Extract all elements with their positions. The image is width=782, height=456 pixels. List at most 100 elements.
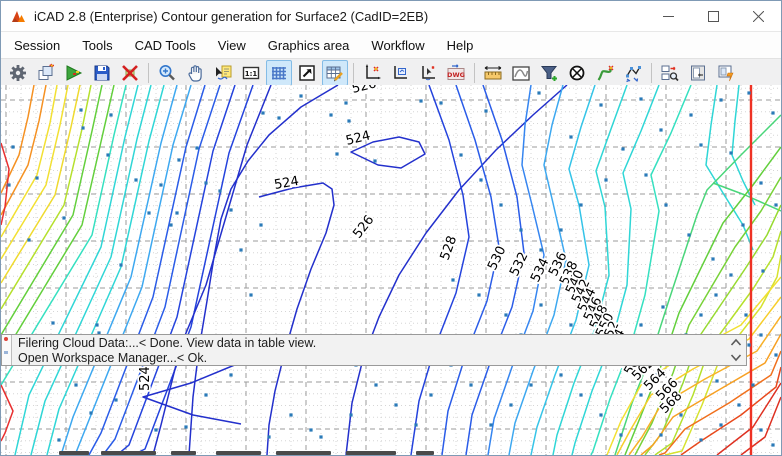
spline-new-button[interactable]: [592, 60, 618, 86]
status-bar: Filering Cloud Data:...< Done. View data…: [1, 334, 747, 366]
cutoff-glyph: [276, 451, 331, 455]
menu-workflow[interactable]: Workflow: [360, 34, 435, 57]
copy-new-button[interactable]: [33, 60, 59, 86]
measure-ruler-button[interactable]: [480, 60, 506, 86]
contour-label: 530: [485, 244, 509, 273]
axes-box-button[interactable]: [387, 60, 413, 86]
toolbar-separator: [474, 63, 475, 83]
contour-label: 524: [138, 366, 153, 391]
new-axes-button[interactable]: [359, 60, 385, 86]
contour-plot-canvas[interactable]: 526 524 524 524 526 528 530 532 534 536 538 540 542 5…: [1, 85, 781, 455]
target-point-button[interactable]: [564, 60, 590, 86]
settings-gear-button[interactable]: [5, 60, 31, 86]
toolbar-separator: [148, 63, 149, 83]
delete-cad-button[interactable]: [117, 60, 143, 86]
status-scrollbar: [726, 335, 746, 365]
contour-L-green-2: [1, 85, 115, 360]
curve-fit-button[interactable]: [508, 60, 534, 86]
title-bar: iCAD 2.8 (Enterprise) Contour generation…: [1, 1, 781, 32]
contour-524-spur: [258, 182, 335, 455]
svg-text:1:1: 1:1: [245, 70, 258, 78]
menu-graphics-area[interactable]: Graphics area: [257, 34, 361, 57]
menu-bar: Session Tools CAD Tools View Graphics ar…: [1, 32, 781, 58]
one-to-one-icon: 1:1: [242, 66, 260, 80]
contour-label: 524: [273, 174, 300, 193]
status-line-1: Filering Cloud Data:...< Done. View data…: [18, 336, 317, 350]
filter-cloud-button[interactable]: [536, 60, 562, 86]
panel-refresh-button[interactable]: [713, 60, 739, 86]
status-blue-marker: [4, 351, 8, 354]
menu-session[interactable]: Session: [3, 34, 71, 57]
toolbar-separator: [353, 63, 354, 83]
contour-L-dblue-1: [116, 85, 236, 455]
axes-pick-button[interactable]: [415, 60, 441, 86]
menu-view[interactable]: View: [207, 34, 257, 57]
contour-542: [571, 85, 660, 455]
contour-label: 526: [350, 213, 377, 242]
contour-edge-red-2: [1, 384, 14, 442]
panel-icon: [691, 65, 705, 81]
status-red-marker: [4, 337, 8, 341]
table-view-button[interactable]: [322, 60, 348, 86]
scroll-up-button[interactable]: [728, 337, 744, 349]
dwg-icon: DWG: [447, 64, 465, 80]
expand-icon: [299, 65, 315, 81]
cutoff-glyph: [346, 451, 396, 455]
cutoff-glyph: [59, 451, 89, 455]
close-button[interactable]: [736, 2, 781, 30]
save-button[interactable]: [89, 60, 115, 86]
copy-icon: [38, 63, 54, 80]
run-icon: [66, 65, 83, 81]
contour-label: 532: [507, 250, 531, 279]
minimize-button[interactable]: [646, 2, 691, 30]
workspace-panel-button[interactable]: [685, 60, 711, 86]
app-logo-icon: [12, 10, 25, 22]
contour-label: 524: [344, 128, 372, 149]
zoom-in-button[interactable]: [154, 60, 180, 86]
hand-icon: [188, 65, 202, 82]
grid-toggle-button[interactable]: [266, 60, 292, 86]
status-line-2: Open Workspace Manager...< Ok.: [18, 351, 208, 365]
table-edit-icon: [326, 66, 343, 82]
toolbar: 1:1 DWG: [1, 58, 781, 88]
contour-label: 526: [350, 85, 378, 97]
zoom-in-icon: [159, 65, 175, 81]
contour-526-left: [188, 85, 339, 455]
axes-pick-icon: [422, 66, 435, 81]
contour-label: 528: [438, 234, 461, 262]
save-icon: [94, 65, 110, 81]
export-find-icon: [661, 65, 679, 82]
gear-icon: [10, 65, 26, 81]
expand-view-button[interactable]: [294, 60, 320, 86]
menu-cad-tools[interactable]: CAD Tools: [124, 34, 207, 57]
menu-help[interactable]: Help: [436, 34, 485, 57]
contour-labels: 526524524524526528 5305325345365385405425…: [136, 85, 687, 419]
actual-size-button[interactable]: 1:1: [238, 60, 264, 86]
cutoff-glyph: [171, 451, 196, 455]
cutoff-glyph: [216, 451, 261, 455]
contour-528: [410, 85, 470, 455]
annotate-note-button[interactable]: [210, 60, 236, 86]
export-dwg-button[interactable]: DWG: [443, 60, 469, 86]
run-open-button[interactable]: [61, 60, 87, 86]
spline-star-icon: [597, 65, 614, 81]
cutoff-glyph: [101, 451, 156, 455]
window-controls: [646, 2, 781, 30]
pan-hand-button[interactable]: [182, 60, 208, 86]
window-title: iCAD 2.8 (Enterprise) Contour generation…: [34, 8, 429, 24]
ruler-icon: [484, 66, 502, 80]
grid-icon: [272, 67, 286, 80]
cutoff-glyph: [416, 451, 434, 455]
menu-tools[interactable]: Tools: [71, 34, 123, 57]
funnel-icon: [540, 66, 558, 81]
svg-text:DWG: DWG: [447, 71, 465, 79]
axes-star-icon: [365, 64, 381, 80]
scroll-down-button[interactable]: [728, 352, 744, 364]
toolbar-separator: [651, 63, 652, 83]
delete-x-icon: [122, 65, 138, 81]
vertices-icon: [626, 66, 641, 83]
workflow-export-button[interactable]: [657, 60, 683, 86]
contour-524-wedge: [142, 356, 255, 425]
maximize-button[interactable]: [691, 2, 736, 30]
edit-vertices-button[interactable]: [620, 60, 646, 86]
